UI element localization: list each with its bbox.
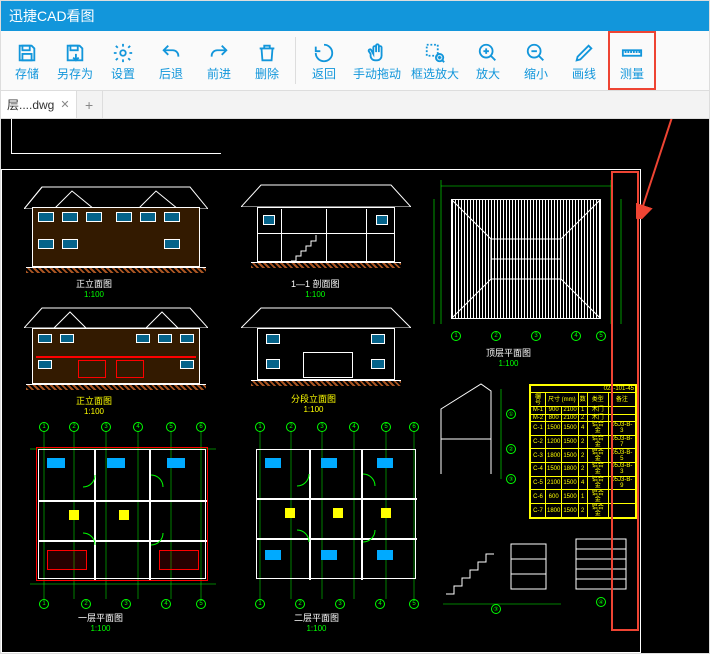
- callout-b3: ③: [491, 604, 501, 614]
- separator: [295, 37, 296, 84]
- elev-front-title: 正立面图: [76, 279, 112, 289]
- tabbar: 层....dwg ✕ +: [1, 91, 709, 119]
- view-elev-front: 正立面图 1:100: [16, 179, 216, 294]
- hand-icon: [366, 42, 388, 64]
- measure-button[interactable]: 测量: [608, 31, 656, 90]
- save-label: 存储: [15, 68, 39, 80]
- callout-b4: ④: [596, 597, 606, 607]
- undo-label: 后退: [159, 68, 183, 80]
- view-elev-front2: 正立面图 1:100: [16, 304, 216, 414]
- file-tab[interactable]: 层....dwg ✕: [1, 91, 77, 118]
- app-title: 迅捷CAD看图: [9, 6, 95, 26]
- undo-icon: [160, 42, 182, 64]
- gear-icon: [112, 42, 134, 64]
- view-section: 1—1 剖面图 1:100: [241, 179, 411, 294]
- floor2-scale: 1:100: [294, 624, 339, 633]
- zoomout-button[interactable]: 缩小: [512, 31, 560, 90]
- measure-label: 测量: [620, 68, 644, 80]
- floor1-scale: 1:100: [78, 624, 123, 633]
- settings-button[interactable]: 设置: [99, 31, 147, 90]
- pan-label: 手动拖动: [353, 68, 401, 80]
- elev2-title: 正立面图: [76, 396, 112, 406]
- zoomin-icon: [477, 42, 499, 64]
- frame-fragment: [11, 119, 221, 154]
- section-scale: 1:100: [291, 290, 340, 299]
- callout-3: ③: [506, 474, 516, 484]
- ruler-icon: [621, 42, 643, 64]
- view-floor2: 1 2 3 4 5 6 1: [236, 419, 431, 629]
- view-floor1: 1 2 3 4 5 6: [16, 419, 226, 629]
- drawline-label: 画线: [572, 68, 596, 80]
- back-button[interactable]: 返回: [300, 31, 348, 90]
- elev-front-scale: 1:100: [76, 290, 112, 299]
- saveas-icon: [64, 42, 86, 64]
- save-icon: [16, 42, 38, 64]
- saveas-button[interactable]: 另存为: [51, 31, 99, 90]
- zoomout-icon: [525, 42, 547, 64]
- section-title: 1—1 剖面图: [291, 279, 340, 289]
- callout-1: ①: [506, 409, 516, 419]
- settings-label: 设置: [111, 68, 135, 80]
- callout-2: ②: [506, 444, 516, 454]
- saveas-label: 另存为: [57, 68, 93, 80]
- toolbar: 存储 另存为 设置 后退 前进 删除 返回: [1, 31, 709, 91]
- close-icon[interactable]: ✕: [60, 98, 69, 111]
- add-tab-button[interactable]: +: [77, 91, 103, 118]
- file-tab-label: 层....dwg: [7, 96, 54, 113]
- back-label: 返回: [312, 68, 336, 80]
- roof-title: 顶层平面图: [486, 348, 531, 358]
- floor1-title: 一层平面图: [78, 613, 123, 623]
- titlebar: 迅捷CAD看图: [1, 1, 709, 31]
- elev2-scale: 1:100: [76, 407, 112, 416]
- section2-title: 分段立面图: [291, 394, 336, 404]
- zoomout-label: 缩小: [524, 68, 548, 80]
- zoomin-button[interactable]: 放大: [464, 31, 512, 90]
- delete-button[interactable]: 删除: [243, 31, 291, 90]
- floor2-title: 二层平面图: [294, 613, 339, 623]
- drawing-canvas[interactable]: 正立面图 1:100 1—1 剖面图 1:100: [1, 119, 709, 653]
- annotation-arrow: [636, 119, 709, 219]
- undo-button[interactable]: 后退: [147, 31, 195, 90]
- redo-button[interactable]: 前进: [195, 31, 243, 90]
- plus-icon: +: [85, 97, 93, 113]
- zoombox-icon: [424, 42, 446, 64]
- view-section2: 分段立面图 1:100: [241, 304, 411, 414]
- view-details-bottom: ③ ④: [441, 524, 636, 619]
- redo-label: 前进: [207, 68, 231, 80]
- roof-scale: 1:100: [486, 359, 531, 368]
- save-button[interactable]: 存储: [3, 31, 51, 90]
- zoombox-label: 框选放大: [411, 68, 459, 80]
- annotation-rect: [611, 171, 639, 631]
- pencil-icon: [573, 42, 595, 64]
- section2-scale: 1:100: [291, 405, 336, 414]
- zoomin-label: 放大: [476, 68, 500, 80]
- trash-icon: [256, 42, 278, 64]
- drawline-button[interactable]: 画线: [560, 31, 608, 90]
- redo-icon: [208, 42, 230, 64]
- pan-button[interactable]: 手动拖动: [348, 31, 406, 90]
- delete-label: 删除: [255, 68, 279, 80]
- view-detail-1: ① ② ③: [431, 379, 526, 489]
- back-icon: [313, 42, 335, 64]
- zoombox-button[interactable]: 框选放大: [406, 31, 464, 90]
- view-roof-plan: 1 2 3 4 5 顶层平面图 1:100: [426, 174, 626, 364]
